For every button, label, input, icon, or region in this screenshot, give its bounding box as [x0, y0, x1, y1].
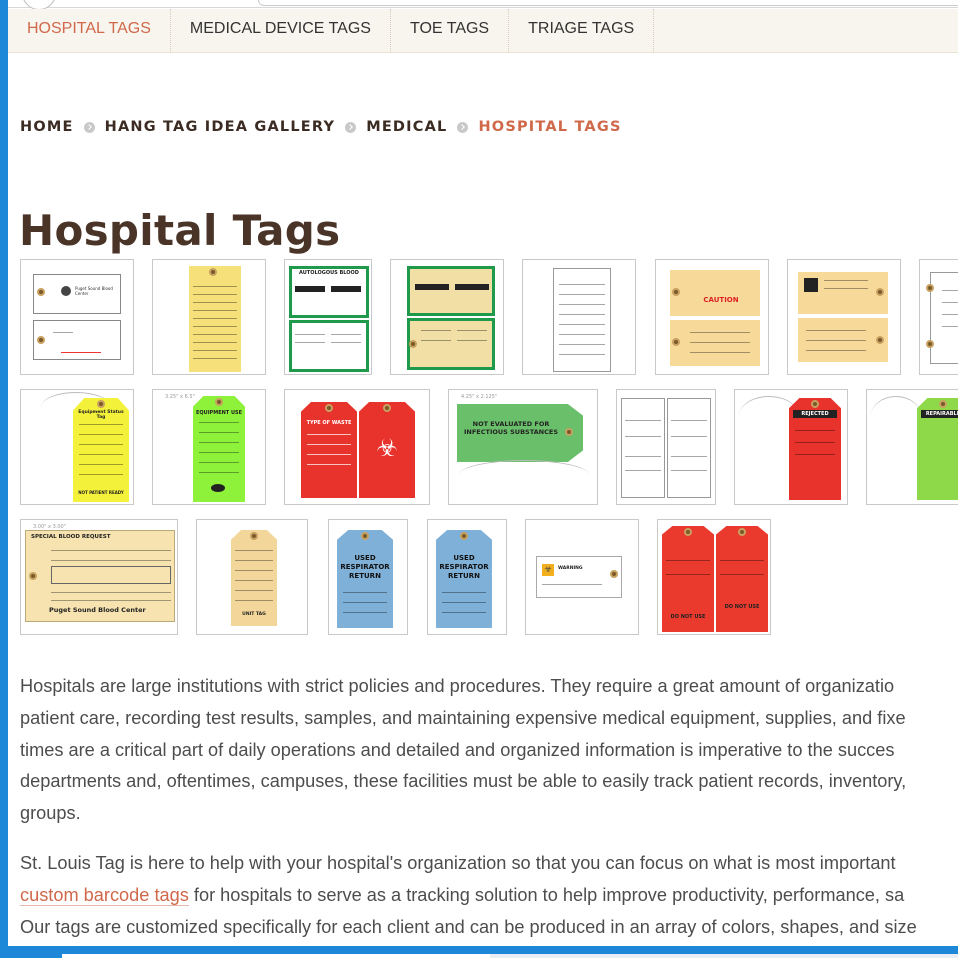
warning-label: WARNING	[558, 566, 583, 571]
nav-item-toe-tags[interactable]: TOE TAGS	[391, 9, 510, 53]
gallery-thumb-equipment-repair[interactable]	[152, 259, 266, 375]
intro-paragraph: Hospitals are large institutions with st…	[20, 671, 958, 830]
autologous-label: AUTOLOGOUS BLOOD	[299, 270, 359, 276]
gallery-thumb-manila-form[interactable]	[787, 259, 901, 375]
puget-blood-center-label: Puget Sound Blood Center	[49, 606, 146, 614]
taskbar-tab[interactable]	[490, 954, 958, 958]
type-of-waste-label: TYPE OF WASTE	[306, 420, 352, 426]
puget-label: Puget Sound Blood Center	[75, 286, 113, 296]
not-patient-ready-label: NOT PATIENT READY	[78, 490, 124, 495]
caution-label: CAUTION	[703, 296, 739, 304]
chevron-right-icon	[83, 121, 95, 133]
breadcrumb-hang-tag-gallery[interactable]: HANG TAG IDEA GALLERY	[105, 119, 336, 135]
gallery-thumb-special-blood-request[interactable]: 3.00" x 3.00" SPECIAL BLOOD REQUEST Puge…	[20, 519, 178, 635]
gallery-thumb-autologous-blood[interactable]: AUTOLOGOUS BLOOD	[284, 259, 372, 375]
not-evaluated-label: NOT EVALUATED FOR INFECTIOUS SUBSTANCES	[464, 420, 558, 436]
gallery-thumb-type-of-waste[interactable]: TYPE OF WASTE ☣	[284, 389, 430, 505]
address-bar[interactable]	[258, 0, 958, 6]
special-blood-label: SPECIAL BLOOD REQUEST	[31, 534, 111, 540]
unit-tag-label: UNIT TAG	[242, 612, 266, 617]
breadcrumb-medical[interactable]: MEDICAL	[366, 119, 447, 135]
biohazard-warning-icon: ☣	[542, 564, 554, 576]
text-line: times are a critical part of daily opera…	[20, 739, 895, 760]
text-line: St. Louis Tag is here to help with your …	[20, 852, 896, 873]
text-fragment: for hospitals to serve as a tracking sol…	[188, 884, 905, 905]
text-line: groups.	[20, 803, 81, 824]
not-evaluated-size: 4.25" x 2.125"	[461, 394, 498, 400]
nav-item-triage-tags[interactable]: TRIAGE TAGS	[509, 9, 655, 53]
page-title: Hospital Tags	[19, 206, 341, 255]
text-line: custom barcode tags for hospitals to ser…	[20, 880, 958, 912]
services-paragraph: St. Louis Tag is here to help with your …	[20, 848, 958, 943]
repairable-label: REPAIRABLE	[921, 410, 958, 418]
gallery-thumb-autologous-tan[interactable]	[390, 259, 504, 375]
chevron-right-icon	[457, 121, 469, 133]
gallery-thumb-repairable[interactable]: REPAIRABLE	[866, 389, 958, 505]
breadcrumb-home[interactable]: HOME	[20, 119, 74, 135]
breadcrumb: HOME HANG TAG IDEA GALLERY MEDICAL HOSPI…	[20, 119, 622, 135]
category-nav: HOSPITAL TAGS MEDICAL DEVICE TAGS TOE TA…	[8, 9, 958, 53]
gallery-thumb-biohazard-warning[interactable]: ☣ WARNING	[525, 519, 639, 635]
text-line: Hospitals are large institutions with st…	[20, 676, 895, 696]
equipment-use-size: 3.25" x 6.5"	[165, 394, 195, 400]
window-left-border	[0, 0, 8, 958]
gallery-thumb-specimen-form[interactable]	[616, 389, 716, 505]
equipment-use-label: EQUIPMENT USE	[195, 410, 243, 416]
used-respirator-label-1: USED RESPIRATOR RETURN	[340, 554, 390, 580]
text-line: Our tags are customized specifically for…	[20, 916, 917, 937]
biohazard-icon: ☣	[376, 434, 398, 462]
window-bottom-border	[0, 946, 958, 958]
breadcrumb-current: HOSPITAL TAGS	[478, 119, 622, 135]
equipment-status-label: Equipment Status Tag	[78, 410, 124, 420]
gallery-thumb-white-form[interactable]	[919, 259, 958, 375]
nav-item-hospital-tags[interactable]: HOSPITAL TAGS	[8, 9, 171, 53]
text-line: departments and, oftentimes, campuses, t…	[20, 771, 907, 792]
browser-toolbar	[8, 0, 958, 10]
text-line: patient care, recording test results, sa…	[20, 707, 906, 728]
custom-barcode-tags-link[interactable]: custom barcode tags	[20, 884, 189, 906]
gallery-thumb-puget-sound[interactable]: Puget Sound Blood Center	[20, 259, 134, 375]
article-body: Hospitals are large institutions with st…	[20, 671, 958, 958]
gallery-thumb-do-not-use[interactable]: DO NOT USE DO NOT USE	[657, 519, 771, 635]
used-respirator-label-2: USED RESPIRATOR RETURN	[439, 554, 489, 580]
gallery-thumb-equipment-status[interactable]: Equipment Status Tag NOT PATIENT READY	[20, 389, 134, 505]
do-not-use-label-1: DO NOT USE	[670, 614, 706, 620]
gallery-thumb-used-respirator-1[interactable]: USED RESPIRATOR RETURN	[328, 519, 408, 635]
gallery-thumb-caution[interactable]: CAUTION	[655, 259, 769, 375]
taskbar-tab[interactable]	[62, 954, 492, 958]
rejected-label: REJECTED	[793, 410, 837, 418]
chevron-right-icon	[345, 121, 357, 133]
do-not-use-label-2: DO NOT USE	[724, 604, 760, 610]
nav-item-medical-device-tags[interactable]: MEDICAL DEVICE TAGS	[171, 9, 391, 53]
gallery-thumb-used-respirator-2[interactable]: USED RESPIRATOR RETURN	[427, 519, 507, 635]
gallery-thumb-patient-form[interactable]	[522, 259, 636, 375]
gallery-thumb-rejected[interactable]: REJECTED	[734, 389, 848, 505]
gallery-thumb-equipment-use[interactable]: 3.25" x 6.5" EQUIPMENT USE	[152, 389, 266, 505]
gallery-thumb-unit-tag[interactable]: UNIT TAG	[196, 519, 308, 635]
gallery-thumb-not-evaluated[interactable]: 4.25" x 2.125" NOT EVALUATED FOR INFECTI…	[448, 389, 598, 505]
